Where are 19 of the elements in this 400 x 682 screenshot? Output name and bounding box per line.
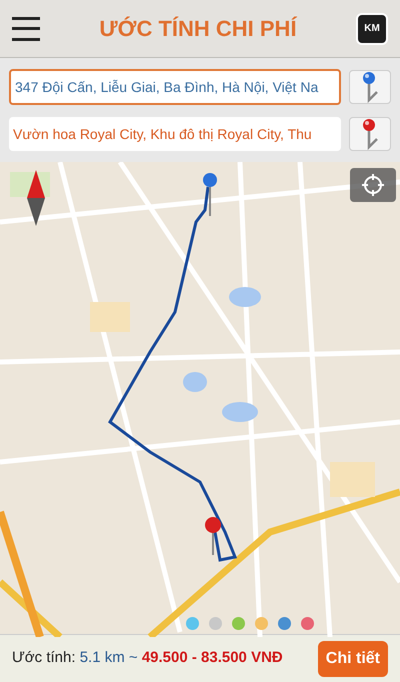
building-area (330, 462, 375, 497)
detail-button[interactable]: Chi tiết (318, 640, 388, 676)
lake-shape (183, 372, 207, 392)
destination-pin-button[interactable] (349, 117, 391, 151)
destination-field[interactable]: Vườn hoa Royal City, Khu đô thị Royal City, Thu (9, 117, 341, 151)
km-button[interactable]: KM (356, 12, 388, 44)
crosshair-icon (362, 174, 384, 196)
estimate-text: Ước tính: 5.1 km ~ 49.500 - 83.500 VNĐ (12, 648, 284, 668)
origin-field[interactable]: 347 Đội Cấn, Liễu Giai, Ba Đình, Hà Nội, Việt Na (9, 69, 341, 105)
origin-pin-button[interactable] (349, 70, 391, 104)
page-title: ƯỚC TÍNH CHI PHÍ (99, 15, 297, 43)
menu-icon[interactable] (12, 16, 40, 40)
compass-icon (26, 170, 46, 226)
lake-shape (222, 402, 258, 422)
building-area (90, 302, 130, 332)
lake-shape (229, 287, 261, 307)
locate-button[interactable] (350, 168, 396, 202)
start-pin-icon (202, 172, 218, 218)
end-pin-icon (204, 517, 222, 557)
